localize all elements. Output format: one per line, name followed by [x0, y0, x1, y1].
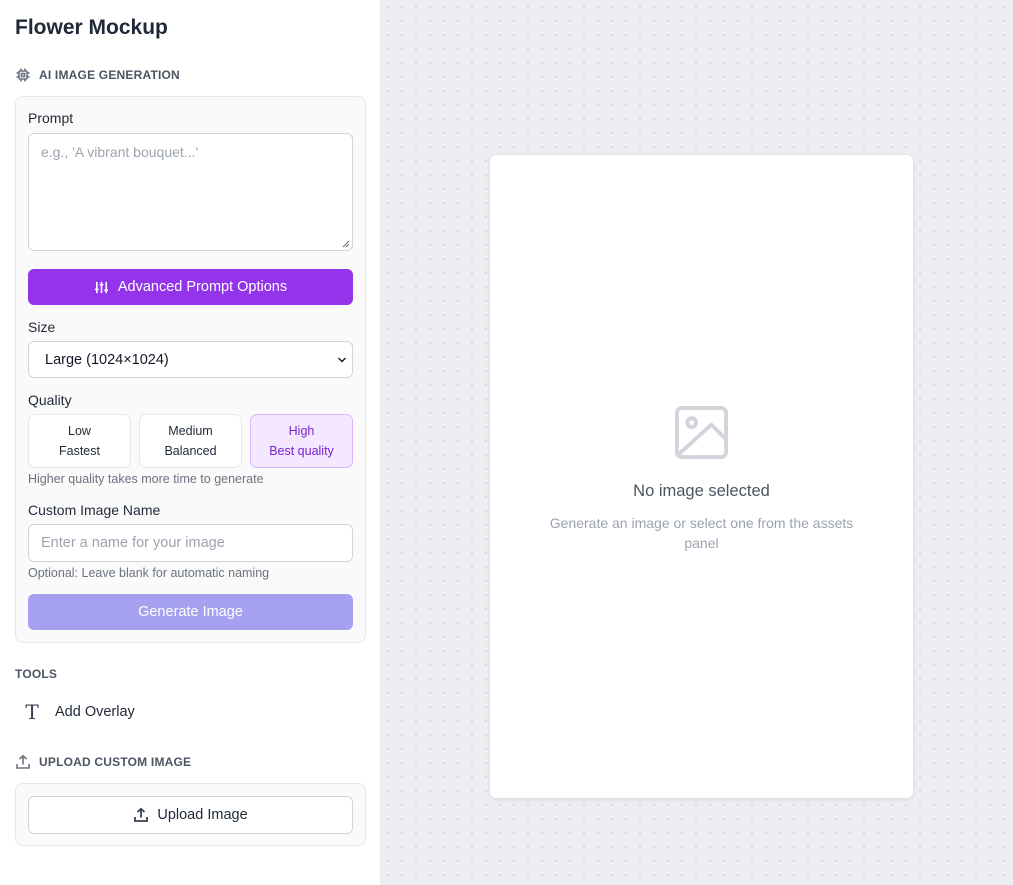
image-preview-card — [490, 155, 913, 798]
quality-option-subtitle: Best quality — [269, 444, 334, 458]
sidebar: Flower Mockup AI IMAGE GENERATION Prompt… — [0, 0, 381, 885]
custom-name-hint: Optional: Leave blank for automatic nami… — [28, 566, 270, 580]
quality-option-title: Medium — [168, 424, 213, 438]
tool-label: Add Overlay — [55, 704, 135, 720]
chevron-down-icon — [338, 357, 346, 363]
empty-state-subtitle: Generate an image or select one from the… — [549, 515, 854, 551]
upload-icon — [134, 807, 149, 822]
app-title: Flower Mockup — [15, 16, 168, 39]
quality-hint: Higher quality takes more time to genera… — [28, 472, 264, 486]
resize-handle-icon[interactable] — [342, 240, 350, 248]
quality-option-title: Low — [68, 424, 91, 438]
custom-name-input[interactable]: Enter a name for your image — [28, 524, 353, 562]
prompt-placeholder: e.g., 'A vibrant bouquet...' — [41, 144, 199, 160]
generate-image-button[interactable]: Generate Image — [28, 594, 353, 630]
sliders-icon — [94, 281, 108, 293]
generate-button-label: Generate Image — [138, 604, 243, 620]
quality-option-medium[interactable]: Medium Balanced — [139, 414, 242, 468]
chip-icon — [16, 68, 30, 82]
custom-name-label: Custom Image Name — [28, 502, 161, 518]
quality-option-subtitle: Balanced — [164, 444, 217, 458]
size-label: Size — [28, 319, 56, 335]
quality-option-title: High — [288, 424, 315, 438]
quality-option-subtitle: Fastest — [59, 444, 100, 458]
ai-generation-heading: AI IMAGE GENERATION — [15, 67, 180, 83]
upload-icon — [16, 754, 30, 769]
section-heading-label: UPLOAD CUSTOM IMAGE — [39, 755, 192, 769]
text-icon: T — [25, 700, 39, 724]
upload-button-label: Upload Image — [157, 807, 248, 823]
advanced-prompt-options-button[interactable]: Advanced Prompt Options — [28, 269, 353, 305]
prompt-label: Prompt — [28, 110, 74, 126]
image-placeholder-icon — [674, 405, 729, 460]
advanced-button-label: Advanced Prompt Options — [117, 279, 288, 295]
tools-heading: TOOLS — [15, 667, 58, 681]
quality-option-high[interactable]: High Best quality — [250, 414, 353, 468]
empty-state-title: No image selected — [633, 482, 770, 500]
custom-name-placeholder: Enter a name for your image — [41, 535, 225, 551]
prompt-textarea[interactable]: e.g., 'A vibrant bouquet...' — [28, 133, 353, 251]
size-select[interactable]: Large (1024×1024) — [28, 341, 353, 378]
quality-label: Quality — [28, 392, 72, 408]
quality-option-low[interactable]: Low Fastest — [28, 414, 131, 468]
section-heading-label: AI IMAGE GENERATION — [39, 68, 180, 82]
upload-heading: UPLOAD CUSTOM IMAGE — [15, 754, 191, 770]
size-select-value: Large (1024×1024) — [45, 351, 169, 368]
upload-image-button[interactable]: Upload Image — [28, 796, 353, 834]
add-overlay-tool[interactable]: T Add Overlay — [22, 700, 135, 724]
